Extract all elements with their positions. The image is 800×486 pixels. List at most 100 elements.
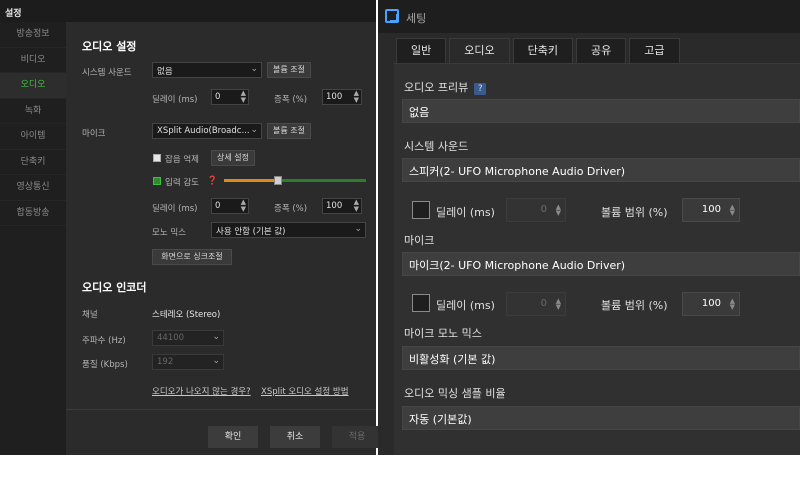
sidebar-item-recording[interactable]: 녹화 [0, 99, 66, 124]
mic-delay-label: 딜레이 (ms) [436, 299, 495, 312]
gain-label: 증폭 (%) [274, 95, 308, 105]
sys-volume-label: 볼륨 범위 (%) [601, 206, 668, 219]
mic-gain-value: 100 [326, 201, 343, 211]
slider-handle[interactable] [273, 176, 282, 185]
no-audio-help-link[interactable]: 오디오가 나오지 않는 경우? [152, 385, 251, 397]
mic-mono-mix-label: 마이크 모노 믹스 [404, 327, 482, 340]
gain-input[interactable]: 100 ▲ ▼ [322, 89, 362, 105]
tab-share[interactable]: 공유 [576, 38, 627, 64]
tab-hotkeys[interactable]: 단축키 [512, 38, 573, 64]
tab-advanced[interactable]: 고급 [629, 38, 680, 64]
mic-mono-mix-select[interactable]: 비활성화 (기본 값) [402, 346, 800, 370]
mic-volume-value: 100 [701, 298, 721, 309]
help-icon[interactable]: ? [474, 83, 487, 95]
spinner-icon[interactable]: ▲ ▼ [354, 199, 359, 213]
delay-label: 딜레이 (ms) [152, 95, 198, 105]
sidebar-item-items[interactable]: 아이템 [0, 124, 66, 150]
audio-tab-panel: 오디오 프리뷰? 없음 시스템 사운드 스피커(2- UFO Microphon… [394, 63, 800, 455]
sys-delay-value: 0 [540, 204, 547, 215]
window-title: 설정 [0, 0, 376, 22]
mic-select[interactable]: XSplit Audio(Broadc... ⌄ [152, 123, 262, 139]
settings-tabs: 일반 오디오 단축키 공유 고급 [396, 38, 683, 64]
chevron-down-icon: ⌄ [250, 125, 258, 135]
quality-select[interactable]: 192 ⌄ [152, 354, 224, 370]
noise-suppress-label: 잡음 억제 [165, 155, 199, 165]
tab-audio[interactable]: 오디오 [449, 38, 510, 64]
chevron-down-icon: ⌄ [354, 224, 362, 234]
xsplit-audio-guide-link[interactable]: XSplit 오디오 설정 방법 [261, 385, 349, 397]
system-sound-select[interactable]: 없음 ⌄ [152, 62, 262, 78]
help-icon[interactable]: ❓ [207, 176, 218, 186]
ok-button[interactable]: 확인 [208, 426, 258, 448]
mic-delay-input[interactable]: 0 ▲ ▼ [506, 292, 566, 316]
sidebar-item-broadcast-info[interactable]: 방송정보 [0, 22, 66, 48]
sidebar-item-video-call[interactable]: 영상통신 [0, 175, 66, 201]
system-sound-label: 시스템 사운드 [82, 68, 132, 78]
audio-encoder-title: 오디오 인코더 [82, 281, 147, 294]
slider-fill [224, 179, 278, 182]
sys-volume-value: 100 [701, 204, 721, 215]
frequency-select[interactable]: 44100 ⌄ [152, 330, 224, 346]
mic-volume-label: 볼륨 범위 (%) [601, 299, 668, 312]
frequency-value: 44100 [157, 333, 185, 343]
mic-label: 마이크 [82, 129, 106, 139]
mic-value: XSplit Audio(Broadc... [157, 126, 250, 136]
mix-sample-rate-select[interactable]: 자동 (기본값) [402, 406, 800, 430]
settings-window-left: 설정 방송정보 비디오 오디오 녹화 아이템 단축키 영상통신 합동방송 오디오… [0, 0, 382, 455]
mic-volume-input[interactable]: 100 ▲ ▼ [682, 292, 740, 316]
input-sensitivity-checkbox[interactable] [153, 177, 161, 185]
window-title: 세팅 [406, 12, 427, 25]
mic-delay-value: 0 [540, 298, 547, 309]
tab-general[interactable]: 일반 [396, 38, 447, 64]
system-sound-select[interactable]: 스피커(2- UFO Microphone Audio Driver) [402, 158, 800, 182]
app-logo-icon [385, 9, 399, 23]
mic-volume-adjust-button[interactable]: 볼륨 조절 [267, 123, 311, 139]
settings-window-right: 세팅 일반 오디오 단축키 공유 고급 오디오 프리뷰? 없음 시스템 사운드 … [378, 0, 800, 455]
mono-mix-select[interactable]: 사용 안함 (기본 값) ⌄ [211, 222, 366, 238]
cancel-button[interactable]: 취소 [270, 426, 320, 448]
system-sound-value: 없음 [157, 67, 173, 77]
gain-value: 100 [326, 92, 343, 102]
input-sensitivity-slider[interactable] [224, 176, 366, 185]
window-titlebar: 세팅 [378, 0, 800, 33]
spinner-icon[interactable]: ▲ ▼ [241, 90, 246, 104]
quality-value: 192 [157, 357, 174, 367]
chevron-down-icon: ⌄ [250, 64, 258, 74]
spinner-icon[interactable]: ▲ ▼ [556, 298, 561, 311]
dialog-footer: 확인 취소 적용 [66, 409, 382, 455]
spinner-icon[interactable]: ▲ ▼ [730, 204, 735, 217]
screen-sync-button[interactable]: 화면으로 싱크조절 [152, 249, 232, 265]
sidebar-item-hotkeys[interactable]: 단축키 [0, 150, 66, 175]
settings-sidebar: 방송정보 비디오 오디오 녹화 아이템 단축키 영상통신 합동방송 [0, 22, 66, 455]
spinner-icon[interactable]: ▲ ▼ [241, 199, 246, 213]
audio-preview-label-text: 오디오 프리뷰 [404, 81, 469, 94]
sidebar-item-video[interactable]: 비디오 [0, 48, 66, 73]
mic-delay-checkbox[interactable] [412, 294, 430, 312]
quality-label: 품질 (Kbps) [82, 360, 128, 370]
mic-gain-input[interactable]: 100 ▲ ▼ [322, 198, 362, 214]
sidebar-item-joint-broadcast[interactable]: 합동방송 [0, 201, 66, 226]
sidebar-item-audio[interactable]: 오디오 [0, 73, 66, 99]
mic-select[interactable]: 마이크(2- UFO Microphone Audio Driver) [402, 252, 800, 276]
audio-preview-select[interactable]: 없음 [402, 99, 800, 123]
noise-suppress-checkbox[interactable] [153, 154, 161, 162]
mono-mix-label: 모노 믹스 [152, 228, 186, 238]
sys-delay-input[interactable]: 0 ▲ ▼ [506, 198, 566, 222]
sys-delay-label: 딜레이 (ms) [436, 206, 495, 219]
delay-value: 0 [215, 92, 221, 102]
sys-volume-input[interactable]: 100 ▲ ▼ [682, 198, 740, 222]
system-volume-adjust-button[interactable]: 볼륨 조절 [267, 62, 311, 78]
mic-delay-input[interactable]: 0 ▲ ▼ [211, 198, 249, 214]
spinner-icon[interactable]: ▲ ▼ [730, 298, 735, 311]
audio-settings-title: 오디오 설정 [82, 40, 137, 53]
delay-input[interactable]: 0 ▲ ▼ [211, 89, 249, 105]
channel-label: 채널 [82, 310, 98, 320]
spinner-icon[interactable]: ▲ ▼ [354, 90, 359, 104]
chevron-down-icon: ⌄ [212, 356, 220, 366]
mono-mix-value: 사용 안함 (기본 값) [216, 227, 286, 237]
apply-button[interactable]: 적용 [332, 426, 382, 448]
sys-delay-checkbox[interactable] [412, 201, 430, 219]
mic-delay-value: 0 [215, 201, 221, 211]
spinner-icon[interactable]: ▲ ▼ [556, 204, 561, 217]
detail-settings-button[interactable]: 상세 설정 [211, 150, 255, 166]
